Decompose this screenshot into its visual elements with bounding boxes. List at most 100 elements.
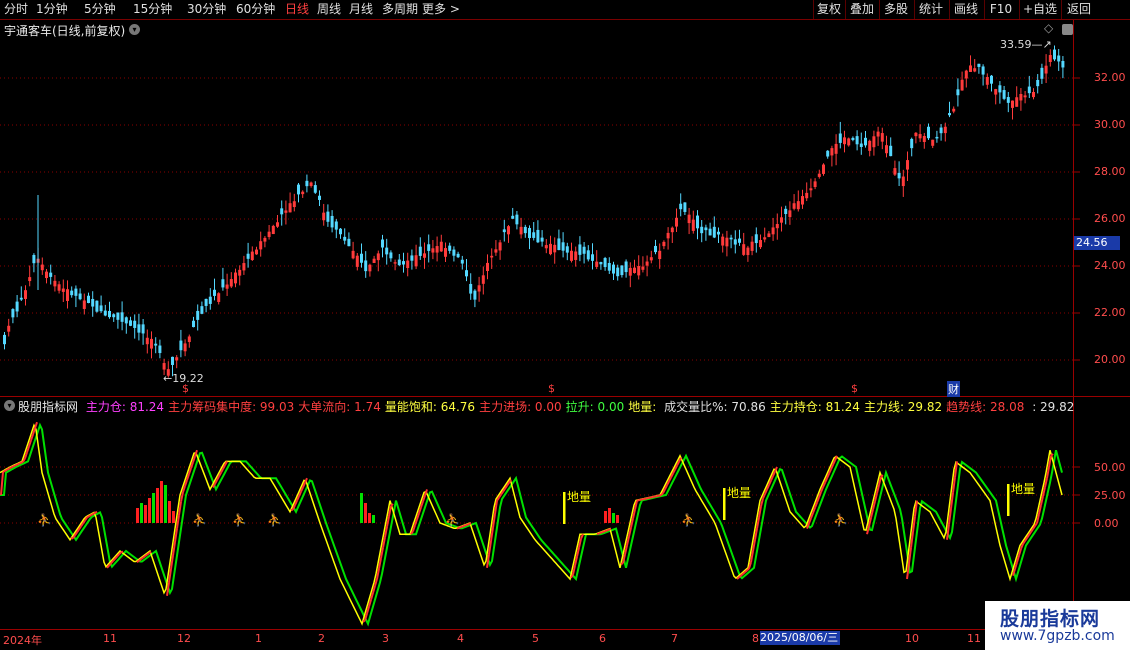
rising-segment <box>464 523 468 527</box>
date-tick: 11 <box>967 632 981 645</box>
rising-segment <box>8 466 12 470</box>
rising-segment <box>468 522 472 526</box>
candle-body <box>838 133 842 143</box>
candle-body <box>914 132 918 137</box>
date-tick: 4 <box>457 632 464 645</box>
candlestick-chart[interactable]: 地量 地量 地量⛹ ⛹ ⛹ ⛹ ⛹ ⛹ ⛹ <box>0 0 1130 630</box>
candle-body <box>368 264 372 272</box>
candle-body <box>712 226 716 238</box>
chevron-down-icon[interactable]: ▾ <box>4 400 15 411</box>
candle-body <box>750 241 754 251</box>
candle-body <box>137 324 141 333</box>
candle-body <box>570 250 573 261</box>
candle-body <box>397 259 401 266</box>
rising-segment <box>148 550 152 555</box>
candle-body <box>267 231 271 238</box>
indicator-value-8: 主力持仓: 81.24 <box>769 400 860 414</box>
candle-body <box>519 226 523 235</box>
histogram-bar <box>360 493 363 523</box>
price-tick: 28.00 <box>1094 165 1126 178</box>
candle-body <box>456 253 460 258</box>
candle-body <box>775 224 779 229</box>
rising-segment <box>390 503 394 507</box>
indicator-value-4: 主力进场: 0.00 <box>479 400 562 414</box>
indicator-tick: 0.00 <box>1094 517 1119 530</box>
candle-body <box>771 227 775 235</box>
candle-body <box>498 242 502 251</box>
histogram-bar <box>164 485 167 523</box>
histogram-bar <box>616 515 619 523</box>
rising-segment <box>6 467 10 471</box>
candle-body <box>586 250 590 260</box>
histogram-bar <box>144 505 147 523</box>
rising-segment <box>140 556 144 561</box>
candle-body <box>490 255 494 258</box>
candle-body <box>40 264 44 271</box>
candle-body <box>229 279 233 287</box>
indicator-values: 主力仓: 81.24 主力筹码集中度: 99.03 大单流向: 1.74 量能饱和: … <box>86 400 1079 414</box>
cursor-date-badge: 2025/08/06/三 <box>760 631 840 645</box>
date-tick: 8 <box>752 632 759 645</box>
candle-body <box>427 244 431 251</box>
candle-body <box>847 138 851 146</box>
candle-body <box>145 337 149 345</box>
low-volume-label: 地量 <box>567 490 591 504</box>
candle-body <box>893 168 897 175</box>
candle-body <box>515 214 519 225</box>
rising-segment <box>746 567 750 572</box>
histogram-bar <box>148 498 151 523</box>
candle-body <box>502 229 506 233</box>
candle-body <box>393 262 397 264</box>
figure-icon: ⛹ <box>232 512 247 527</box>
candle-body <box>326 211 330 222</box>
candle-body <box>309 182 313 186</box>
candle-body <box>801 196 804 205</box>
candle-body <box>372 258 376 263</box>
candle-body <box>381 239 384 248</box>
candle-body <box>822 164 825 174</box>
dividend-marker[interactable]: $ <box>548 382 555 395</box>
candle-body <box>897 172 901 179</box>
candle-body <box>633 267 636 273</box>
rising-segment <box>460 525 464 529</box>
candle-body <box>444 248 447 257</box>
candle-body <box>200 306 204 314</box>
rising-segment <box>18 461 22 465</box>
rising-segment <box>608 528 612 531</box>
candle-body <box>557 238 561 251</box>
candle-body <box>834 143 838 154</box>
finance-marker[interactable]: 财 <box>947 381 960 397</box>
indicator-header: 股朋指标网 主力仓: 81.24 主力筹码集中度: 99.03 大单流向: 1.74… <box>18 398 1082 415</box>
dividend-marker[interactable]: $ <box>182 382 189 395</box>
candle-body <box>868 140 872 151</box>
candle-body <box>376 253 380 261</box>
candle-body <box>494 249 498 253</box>
candle-body <box>1015 97 1019 107</box>
rising-segment <box>14 463 18 467</box>
candle-body <box>452 249 456 256</box>
candle-body <box>528 228 531 239</box>
candle-body <box>284 210 288 213</box>
candle-body <box>414 255 418 267</box>
rising-segment <box>4 468 8 472</box>
candle-body <box>599 262 603 265</box>
rising-segment <box>88 514 92 518</box>
rising-segment <box>880 474 884 478</box>
candle-body <box>24 290 27 299</box>
candle-body <box>733 239 737 245</box>
candle-body <box>276 222 279 227</box>
histogram-bar <box>156 488 159 523</box>
candle-body <box>112 314 116 318</box>
candle-body <box>624 261 628 273</box>
candle-body <box>784 208 788 215</box>
candle-body <box>208 296 212 304</box>
indicator-value-5: 拉升: 0.00 <box>565 400 625 414</box>
price-tick: 30.00 <box>1094 118 1126 131</box>
candle-body <box>238 269 242 276</box>
candle-body <box>330 215 334 228</box>
candle-body <box>402 261 405 265</box>
date-tick: 10 <box>905 632 919 645</box>
low-volume-bar <box>723 488 726 520</box>
dividend-marker[interactable]: $ <box>851 382 858 395</box>
indicator-tick: 50.00 <box>1094 461 1126 474</box>
